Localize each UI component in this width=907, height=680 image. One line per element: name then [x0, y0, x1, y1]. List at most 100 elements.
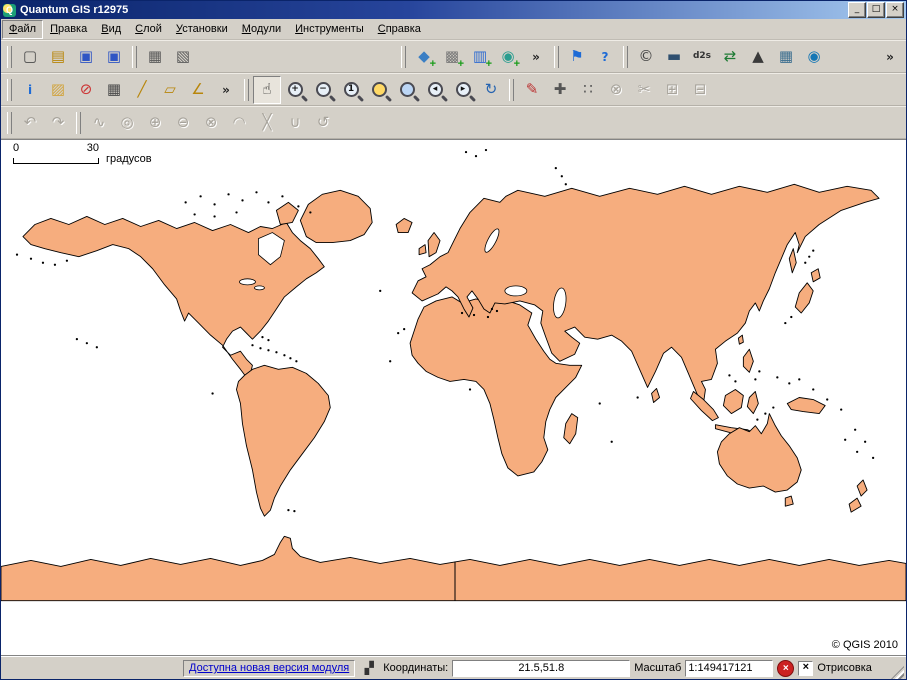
deselect-features-button[interactable]: ⊘	[72, 76, 100, 104]
open-attribute-table-button[interactable]: ▦	[100, 76, 128, 104]
menu-edit[interactable]: Правка	[43, 20, 94, 39]
minimize-button[interactable]: _	[848, 2, 866, 18]
identify-features-button[interactable]: i	[16, 76, 44, 104]
menu-view[interactable]: Вид	[94, 20, 128, 39]
zoom-in-button[interactable]: +	[281, 76, 309, 104]
toolbar-handle[interactable]	[7, 79, 12, 101]
scale-bar-units: градусов	[106, 154, 152, 164]
toolbar-handle[interactable]	[76, 112, 81, 134]
north-arrow-plugin-button[interactable]: ▲	[744, 43, 772, 71]
coordinates-input[interactable]	[452, 660, 630, 677]
simplify-feature-button: ∿	[85, 109, 113, 137]
toolbar-row-digitizing: ↶↷∿◎⊕⊖⊗◠╳∪↺	[1, 106, 906, 139]
toolbar-handle[interactable]	[132, 46, 137, 68]
add-ring-button: ◎	[113, 109, 141, 137]
pan-map-button[interactable]: ☝	[253, 76, 281, 104]
open-project-button[interactable]: ▤	[44, 43, 72, 71]
scale-input[interactable]	[685, 660, 773, 677]
maximize-button[interactable]: □	[867, 2, 885, 18]
cut-features-button: ✂	[630, 76, 658, 104]
save-project-as-button[interactable]: ▣	[100, 43, 128, 71]
scale-bar-end: 30	[87, 143, 99, 154]
measure-line-button[interactable]: ╱	[128, 76, 156, 104]
menu-file[interactable]: Файл	[2, 20, 43, 39]
title-bar[interactable]: Q Quantum GIS r12975 _□×	[1, 1, 906, 19]
add-wms-layer-button[interactable]: ◉	[494, 43, 522, 71]
plugin-update-panel: Доступна новая версия модуля	[183, 660, 355, 677]
scale-bar-plugin-button[interactable]: ▬	[660, 43, 688, 71]
plugins-toolbar-overflow[interactable]: »	[876, 43, 904, 71]
render-checkbox[interactable]: ×	[798, 661, 813, 676]
status-bar: Доступна новая версия модуля ▞ Координат…	[1, 656, 906, 679]
toolbar-handle[interactable]	[623, 46, 628, 68]
menu-help[interactable]: Справка	[371, 20, 428, 39]
mapserver-export-plugin-button[interactable]: ▦	[772, 43, 800, 71]
coordinates-label: Координаты:	[383, 662, 448, 674]
window-controls: _□×	[847, 2, 904, 18]
stop-rendering-button[interactable]: ×	[777, 660, 794, 677]
toolbar-handle[interactable]	[509, 79, 514, 101]
node-tool-button[interactable]: ∷	[574, 76, 602, 104]
zoom-full-button[interactable]	[365, 76, 393, 104]
add-vector-layer-button[interactable]: ◆	[410, 43, 438, 71]
zoom-native-resolution-button[interactable]: 1	[337, 76, 365, 104]
measure-angle-button[interactable]: ∠	[184, 76, 212, 104]
rotate-point-symbols-button: ↺	[309, 109, 337, 137]
zoom-to-selection-button[interactable]	[393, 76, 421, 104]
copyright-label: © QGIS 2010	[832, 639, 898, 651]
progress-area	[3, 660, 179, 677]
undo-button: ↶	[16, 109, 44, 137]
split-features-button: ╳	[253, 109, 281, 137]
qgis-logo-icon: Q	[3, 4, 16, 17]
render-label: Отрисовка	[817, 662, 872, 674]
toggle-extents-icon[interactable]: ▞	[359, 659, 379, 677]
merge-features-button: ∪	[281, 109, 309, 137]
window-title: Quantum GIS r12975	[20, 4, 843, 16]
refresh-map-button[interactable]: ↻	[477, 76, 505, 104]
attributes-toolbar-overflow[interactable]: »	[212, 76, 240, 104]
map-canvas[interactable]: 0 30 градусов © QGIS 2010	[1, 139, 906, 656]
zoom-last-button[interactable]: ◂	[421, 76, 449, 104]
zoom-next-button[interactable]: ▸	[449, 76, 477, 104]
paste-features-button: ⊟	[686, 76, 714, 104]
plugin-update-link[interactable]: Доступна новая версия модуля	[189, 662, 349, 674]
scale-label: Масштаб	[634, 662, 681, 674]
toolbar-handle[interactable]	[7, 46, 12, 68]
menu-settings[interactable]: Установки	[169, 20, 235, 39]
zoom-out-button[interactable]: −	[309, 76, 337, 104]
resize-grip[interactable]	[891, 666, 904, 679]
toolbar-handle[interactable]	[244, 79, 249, 101]
show-bookmarks-button[interactable]: ⚑	[563, 43, 591, 71]
toolbar-handle[interactable]	[554, 46, 559, 68]
menu-layer[interactable]: Слой	[128, 20, 169, 39]
dxf2shp-plugin-button[interactable]: d2s	[688, 43, 716, 71]
menu-tools[interactable]: Инструменты	[288, 20, 371, 39]
toolbar-row-file-plugins: ▢▤▣▣▦▧◆▩▥◉»⚑?©▬d2s⇄▲▦◉»	[1, 40, 906, 73]
world-map	[1, 140, 906, 655]
reshape-features-button: ◠	[225, 109, 253, 137]
toggle-editing-button[interactable]: ✎	[518, 76, 546, 104]
measure-area-button[interactable]: ▱	[156, 76, 184, 104]
menu-bar: ФайлПравкаВидСлойУстановкиМодулиИнструме…	[1, 19, 906, 40]
copyright-label-plugin-button[interactable]: ©	[632, 43, 660, 71]
select-features-button[interactable]: ▨	[44, 76, 72, 104]
ogr-converter-plugin-button[interactable]: ⇄	[716, 43, 744, 71]
move-feature-button[interactable]: ✚	[546, 76, 574, 104]
menu-plugins[interactable]: Модули	[235, 20, 288, 39]
delete-part-button: ⊗	[197, 109, 225, 137]
scale-bar: 0 30 градусов	[13, 143, 152, 164]
toolbar-handle[interactable]	[7, 112, 12, 134]
add-postgis-layer-button[interactable]: ▥	[466, 43, 494, 71]
new-print-composer-button[interactable]: ▦	[141, 43, 169, 71]
scale-bar-bracket	[13, 158, 99, 164]
layers-toolbar-overflow[interactable]: »	[522, 43, 550, 71]
composer-manager-button[interactable]: ▧	[169, 43, 197, 71]
toolbar-handle[interactable]	[401, 46, 406, 68]
whats-this-button[interactable]: ?	[591, 43, 619, 71]
delete-ring-button: ⊖	[169, 109, 197, 137]
save-project-button[interactable]: ▣	[72, 43, 100, 71]
new-project-button[interactable]: ▢	[16, 43, 44, 71]
add-raster-layer-button[interactable]: ▩	[438, 43, 466, 71]
coordinate-capture-plugin-button[interactable]: ◉	[800, 43, 828, 71]
close-button[interactable]: ×	[886, 2, 904, 18]
